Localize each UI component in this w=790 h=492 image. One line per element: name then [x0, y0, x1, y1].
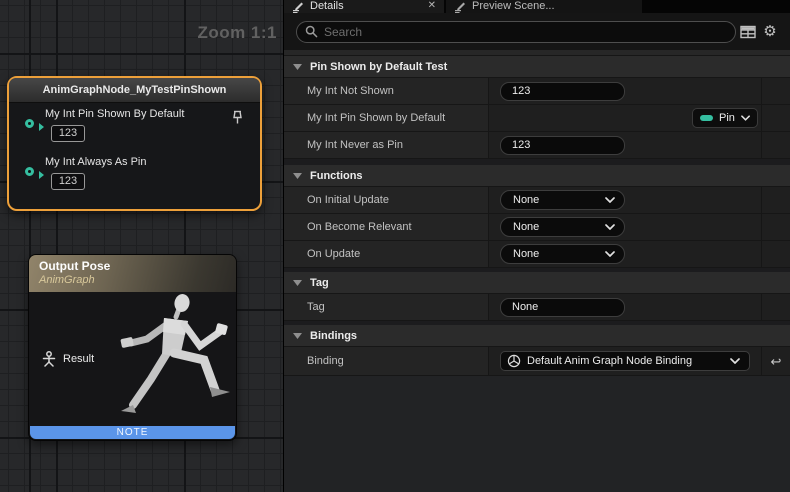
category-pin-shown-by-default-test[interactable]: Pin Shown by Default Test [284, 56, 790, 78]
collapse-arrow-icon [293, 173, 302, 179]
tag-input[interactable] [500, 298, 625, 317]
details-toolbar: ⚙ [284, 13, 790, 50]
category-tag[interactable]: Tag [284, 272, 790, 294]
int-pin-icon[interactable] [25, 119, 34, 128]
property-row-tag: Tag [284, 294, 790, 321]
node-header[interactable]: AnimGraphNode_MyTestPinShown [9, 78, 260, 103]
node-header[interactable]: Output Pose AnimGraph [29, 255, 236, 292]
property-label: On Update [307, 248, 360, 260]
collapse-arrow-icon [293, 64, 302, 70]
property-row-on-initial-update: On Initial Update None [284, 187, 790, 214]
on-update-dropdown[interactable]: None [500, 244, 625, 264]
unpin-icon[interactable] [231, 110, 244, 125]
chevron-down-icon [605, 224, 615, 230]
property-label: My Int Never as Pin [307, 139, 403, 151]
reset-to-default-icon[interactable]: ↩ [771, 355, 782, 368]
property-label: On Initial Update [307, 194, 389, 206]
details-empty-area [284, 376, 790, 492]
chevron-down-icon [741, 115, 750, 121]
category-bindings[interactable]: Bindings [284, 325, 790, 347]
settings-gear-icon[interactable]: ⚙ [759, 21, 781, 43]
search-input[interactable] [324, 25, 727, 39]
search-icon [305, 25, 318, 38]
my-int-never-as-pin-input[interactable] [500, 136, 625, 155]
collapse-arrow-icon [293, 280, 302, 286]
node-animgraphnode-mytestpinshown[interactable]: AnimGraphNode_MyTestPinShown My Int Pin … [7, 76, 262, 211]
property-grid: Pin Shown by Default Test My Int Not Sho… [284, 56, 790, 492]
property-label: On Become Relevant [307, 221, 412, 233]
property-row-my-int-not-shown: My Int Not Shown [284, 78, 790, 105]
pin-default-value[interactable]: 123 [51, 173, 85, 190]
mannequin-preview-image [106, 293, 234, 425]
tab-details[interactable]: Details ✕ [284, 0, 444, 13]
pin-label: My Int Pin Shown By Default [45, 108, 184, 120]
tab-bar: Details ✕ Preview Scene... [284, 0, 790, 13]
result-pin-label: Result [63, 353, 94, 365]
node-title: AnimGraphNode_MyTestPinShown [43, 84, 227, 96]
property-label: Binding [307, 355, 344, 367]
details-icon [292, 1, 304, 13]
zoom-indicator: Zoom 1:1 [197, 23, 277, 43]
pin-default-value[interactable]: 123 [51, 125, 85, 142]
int-pin-icon[interactable] [25, 167, 34, 176]
node-output-pose[interactable]: Output Pose AnimGraph [28, 254, 237, 441]
details-panel: Details ✕ Preview Scene... [284, 0, 790, 492]
unreal-editor-window: Zoom 1:1 AnimGraphNode_MyTestPinShown My… [0, 0, 790, 492]
my-int-not-shown-input[interactable] [500, 82, 625, 101]
property-row-my-int-never-as-pin: My Int Never as Pin [284, 132, 790, 159]
binding-class-dropdown[interactable]: Default Anim Graph Node Binding [500, 351, 750, 371]
search-box[interactable] [296, 21, 736, 43]
property-row-on-become-relevant: On Become Relevant None [284, 214, 790, 241]
pin-toggle-dropdown[interactable]: Pin [692, 108, 758, 128]
property-label: My Int Not Shown [307, 85, 394, 97]
display-filter-icon[interactable] [737, 21, 759, 43]
property-row-binding: Binding Default Anim Graph Node Binding [284, 347, 790, 376]
on-become-relevant-dropdown[interactable]: None [500, 217, 625, 237]
pin-pill-icon [700, 115, 713, 121]
chevron-down-icon [730, 358, 740, 364]
anim-graph-canvas[interactable]: Zoom 1:1 AnimGraphNode_MyTestPinShown My… [0, 0, 283, 492]
note-banner[interactable]: NOTE [30, 426, 235, 439]
property-label: My Int Pin Shown by Default [307, 112, 445, 124]
property-label: Tag [307, 301, 325, 313]
class-sphere-icon [507, 354, 521, 368]
pin-label: My Int Always As Pin [45, 156, 146, 168]
pose-pin-icon[interactable] [42, 351, 56, 367]
collapse-arrow-icon [293, 333, 302, 339]
property-row-my-int-pin-shown-by-default: My Int Pin Shown by Default Pin [284, 105, 790, 132]
category-functions[interactable]: Functions [284, 165, 790, 187]
property-row-on-update: On Update None [284, 241, 790, 268]
tab-preview-scene[interactable]: Preview Scene... [446, 0, 642, 13]
node-subtitle: AnimGraph [39, 274, 236, 286]
on-initial-update-dropdown[interactable]: None [500, 190, 625, 210]
node-title: Output Pose [39, 259, 236, 273]
preview-scene-icon [454, 1, 466, 13]
close-tab-icon[interactable]: ✕ [428, 1, 436, 11]
chevron-down-icon [605, 197, 615, 203]
chevron-down-icon [605, 251, 615, 257]
